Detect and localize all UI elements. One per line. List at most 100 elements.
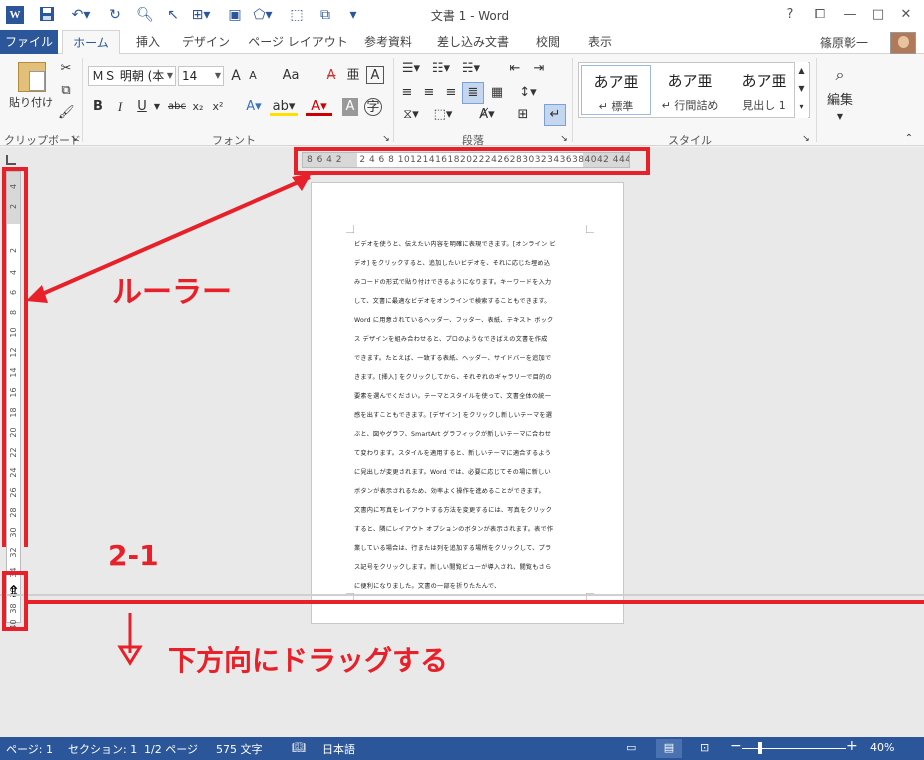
- copy-icon[interactable]: ⧉: [58, 82, 74, 100]
- text-effects-icon[interactable]: A▾: [240, 98, 268, 116]
- tab-references[interactable]: 参考資料: [358, 30, 418, 54]
- body-text-line: して、文書に最適なビデオをオンラインで検索することもできます。: [354, 298, 551, 305]
- find-binoculars-icon[interactable]: ⌕: [828, 66, 852, 84]
- paragraph-launcher-icon[interactable]: ↘: [558, 130, 570, 148]
- chevron-down-icon[interactable]: ▼: [167, 67, 173, 85]
- borders-icon[interactable]: ⊞: [514, 106, 532, 124]
- user-name[interactable]: 篠原彰一: [820, 34, 868, 51]
- insert-shape-icon[interactable]: ⊞▾: [188, 6, 214, 24]
- tab-design[interactable]: デザイン: [178, 30, 234, 54]
- font-color-icon[interactable]: A▾: [306, 98, 332, 116]
- styles-scroll-icon[interactable]: ▲ ▼ ▾: [794, 62, 808, 118]
- distributed-icon[interactable]: ▦: [488, 84, 506, 102]
- justify-icon[interactable]: ≣: [462, 82, 484, 104]
- decrease-indent-icon[interactable]: ⇤: [506, 60, 524, 78]
- help-button[interactable]: ?: [776, 4, 804, 26]
- character-shading-icon[interactable]: A: [342, 98, 358, 116]
- style-no-spacing[interactable]: あア亜 ↵ 行間詰め: [655, 65, 725, 115]
- language-indicator[interactable]: 日本語: [322, 741, 355, 757]
- line-spacing-icon[interactable]: ↕▾: [514, 84, 542, 102]
- subscript-button[interactable]: x₂: [190, 98, 206, 116]
- print-preview-icon[interactable]: 🔍︎: [136, 6, 154, 24]
- increase-indent-icon[interactable]: ⇥: [530, 60, 548, 78]
- undo-icon[interactable]: ↶▾: [66, 6, 96, 24]
- highlight-icon[interactable]: ab▾: [270, 98, 298, 116]
- section-indicator[interactable]: セクション: 1: [68, 741, 137, 757]
- tab-file[interactable]: ファイル: [0, 30, 58, 54]
- redo-icon[interactable]: ↻: [106, 6, 124, 24]
- word-count[interactable]: 575 文字: [216, 741, 263, 757]
- format-painter-icon[interactable]: 🖌︎: [58, 104, 75, 122]
- zoom-out-icon[interactable]: −: [730, 738, 742, 754]
- align-right-icon[interactable]: ≡: [442, 84, 460, 102]
- superscript-button[interactable]: x²: [210, 98, 226, 116]
- style-normal[interactable]: あア亜 ↵ 標準: [581, 65, 651, 115]
- zoom-slider-thumb[interactable]: [758, 742, 762, 754]
- shading-icon[interactable]: ⬚▾: [430, 106, 456, 124]
- maximize-button[interactable]: □: [864, 4, 892, 26]
- customize-qat-icon[interactable]: ▾: [344, 6, 362, 24]
- paste-icon[interactable]: [18, 62, 46, 92]
- read-mode-icon[interactable]: ▭: [626, 741, 636, 754]
- underline-button[interactable]: U: [134, 98, 150, 116]
- zoom-level[interactable]: 40%: [870, 741, 894, 754]
- paste-button[interactable]: 貼り付け: [6, 94, 56, 112]
- grow-font-button[interactable]: A: [228, 67, 244, 85]
- ribbon-display-options-button[interactable]: ⧠: [806, 4, 834, 26]
- chevron-down-icon[interactable]: ▼: [152, 98, 162, 116]
- show-formatting-marks-icon[interactable]: ↵: [544, 104, 566, 126]
- word-app-icon[interactable]: W: [6, 6, 24, 24]
- enclose-characters-icon[interactable]: 字: [364, 98, 382, 116]
- font-launcher-icon[interactable]: ↘: [380, 130, 392, 148]
- select-pointer-icon[interactable]: ↖: [164, 6, 182, 24]
- align-left-icon[interactable]: ≡: [398, 84, 416, 102]
- shrink-font-button[interactable]: A: [246, 67, 260, 85]
- close-button[interactable]: ✕: [892, 4, 920, 26]
- numbering-icon[interactable]: ☷▾: [428, 60, 454, 78]
- copy-format-icon[interactable]: ⧉: [316, 6, 334, 24]
- align-center-icon[interactable]: ≡: [420, 84, 438, 102]
- cut-icon[interactable]: ✂: [58, 60, 74, 78]
- strikethrough-button[interactable]: abc: [166, 98, 188, 116]
- chevron-down-icon[interactable]: ▼: [215, 67, 221, 85]
- italic-button[interactable]: I: [112, 98, 128, 116]
- save-icon[interactable]: [38, 6, 56, 24]
- tab-mailings[interactable]: 差し込み文書: [430, 30, 516, 54]
- tab-view[interactable]: 表示: [580, 30, 620, 54]
- avatar[interactable]: [890, 32, 916, 54]
- sort-icon[interactable]: Ⱥ▾: [474, 106, 500, 124]
- styles-gallery[interactable]: あア亜 ↵ 標準 あア亜 ↵ 行間詰め あア亜 見出し 1: [578, 62, 810, 118]
- change-case-button[interactable]: Aa: [278, 67, 304, 85]
- proofing-icon[interactable]: 📖︎: [292, 741, 306, 754]
- character-border-icon[interactable]: A: [366, 66, 384, 84]
- page-indicator[interactable]: ページ: 1: [6, 741, 53, 757]
- tab-home[interactable]: ホーム: [62, 30, 120, 55]
- shape-format-icon[interactable]: ⬠▾: [250, 6, 276, 24]
- font-size-combo[interactable]: 14 ▼: [178, 66, 224, 86]
- tab-page-layout[interactable]: ページ レイアウト: [248, 30, 348, 54]
- clipboard-launcher-icon[interactable]: ↘: [68, 130, 80, 148]
- zoom-in-icon[interactable]: +: [846, 738, 858, 754]
- minimize-button[interactable]: —: [836, 4, 864, 26]
- tab-insert[interactable]: 挿入: [128, 30, 168, 54]
- font-name-combo[interactable]: ＭＳ 明朝 (本 ▼: [88, 66, 176, 86]
- screenshot-icon[interactable]: ▣: [226, 6, 244, 24]
- bullets-icon[interactable]: ☰▾: [398, 60, 424, 78]
- tab-selector-icon[interactable]: [6, 155, 16, 165]
- chevron-down-icon[interactable]: ▼: [830, 108, 850, 126]
- style-heading-1[interactable]: あア亜 見出し 1: [729, 65, 799, 115]
- tab-review[interactable]: 校閲: [528, 30, 568, 54]
- multilevel-list-icon[interactable]: ☵▾: [458, 60, 484, 78]
- page-count[interactable]: 1/2 ページ: [144, 741, 198, 757]
- phonetic-guide-icon[interactable]: 亜: [344, 67, 362, 85]
- print-layout-icon[interactable]: ▤: [656, 739, 682, 758]
- styles-launcher-icon[interactable]: ↘: [800, 130, 812, 148]
- clear-formatting-icon[interactable]: A̶: [322, 67, 340, 85]
- web-layout-icon[interactable]: ⊡: [700, 741, 709, 754]
- selection-icon[interactable]: ⬚: [288, 6, 306, 24]
- bold-button[interactable]: B: [90, 98, 106, 116]
- document-page[interactable]: ビデオを使うと、伝えたい内容を明確に表現できます。[オンライン ビ デオ] をク…: [311, 182, 624, 624]
- ruler-annotation-label: ルーラー: [112, 275, 232, 310]
- asian-layout-icon[interactable]: ⧖▾: [398, 106, 424, 124]
- collapse-ribbon-icon[interactable]: ⌃: [902, 130, 916, 148]
